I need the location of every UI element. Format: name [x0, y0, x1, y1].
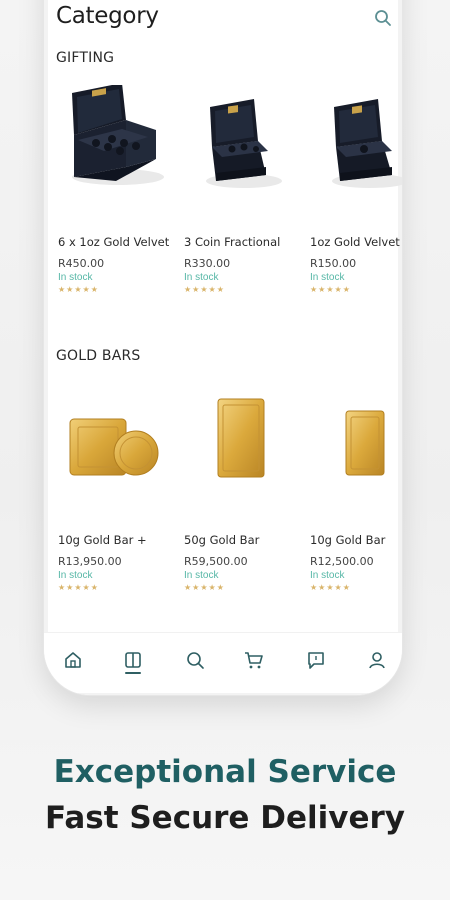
stock-status: In stock	[310, 570, 345, 581]
product-image	[69, 418, 159, 476]
stock-status: In stock	[58, 272, 93, 283]
product-price: R13,950.00	[58, 555, 122, 568]
product-card[interactable]: 50g Gold Bar R59,500.00 In stock ★★★★★	[182, 383, 304, 623]
product-name: 3 Coin Fractional	[184, 235, 281, 249]
cart-icon[interactable]	[243, 649, 265, 671]
product-price: R12,500.00	[310, 555, 374, 568]
rating-stars: ★★★★★	[184, 583, 225, 592]
product-price: R150.00	[310, 257, 357, 270]
home-icon[interactable]	[62, 649, 84, 671]
section-title-gold-bars: GOLD BARS	[56, 348, 141, 364]
product-image	[332, 99, 402, 188]
product-name: 50g Gold Bar	[184, 533, 260, 547]
rating-stars: ★★★★★	[310, 285, 351, 294]
product-price: R450.00	[58, 257, 105, 270]
rating-stars: ★★★★★	[58, 285, 99, 294]
product-card[interactable]: 6 x 1oz Gold Velvet R450.00 In stock ★★★…	[56, 85, 178, 325]
phone-frame: Category GIFTING 6 x 1oz Gold Velvet R45…	[44, 0, 402, 695]
bottom-nav	[44, 632, 402, 693]
product-name: 10g Gold Bar	[310, 533, 386, 547]
stock-status: In stock	[58, 570, 93, 581]
rating-stars: ★★★★★	[58, 583, 99, 592]
stock-status: In stock	[184, 272, 219, 283]
product-name: 1oz Gold Velvet	[310, 235, 400, 249]
product-price: R330.00	[184, 257, 231, 270]
tagline-subheadline: Fast Secure Delivery	[45, 800, 405, 836]
product-image	[206, 99, 282, 188]
product-card[interactable]: 10g Gold Bar R12,500.00 In stock ★★★★★	[308, 383, 402, 623]
stock-status: In stock	[184, 570, 219, 581]
section-title-gifting: GIFTING	[56, 50, 115, 66]
active-tab-indicator	[125, 672, 141, 674]
page-title: Category	[56, 3, 159, 29]
chat-icon[interactable]	[305, 649, 327, 671]
product-name: 6 x 1oz Gold Velvet	[58, 235, 170, 249]
product-image	[72, 85, 164, 185]
rating-stars: ★★★★★	[310, 583, 351, 592]
product-card[interactable]: 3 Coin Fractional R330.00 In stock ★★★★★	[182, 85, 304, 325]
search-icon[interactable]	[373, 8, 393, 28]
account-icon[interactable]	[366, 649, 388, 671]
product-name: 10g Gold Bar +	[58, 533, 147, 547]
rating-stars: ★★★★★	[184, 285, 225, 294]
search-icon[interactable]	[184, 649, 206, 671]
stock-status: In stock	[310, 272, 345, 283]
category-icon[interactable]	[122, 649, 144, 671]
product-image	[345, 410, 385, 476]
product-image	[217, 398, 265, 478]
product-card[interactable]: 10g Gold Bar + R13,950.00 In stock ★★★★★	[56, 383, 178, 623]
app-screen: Category GIFTING 6 x 1oz Gold Velvet R45…	[44, 0, 402, 695]
product-row-gifting: 6 x 1oz Gold Velvet R450.00 In stock ★★★…	[56, 85, 402, 325]
product-row-gold-bars: 10g Gold Bar + R13,950.00 In stock ★★★★★…	[56, 383, 402, 623]
tagline-headline: Exceptional Service	[53, 754, 397, 790]
product-card[interactable]: 1oz Gold Velvet R150.00 In stock ★★★★★	[308, 85, 402, 325]
product-price: R59,500.00	[184, 555, 248, 568]
